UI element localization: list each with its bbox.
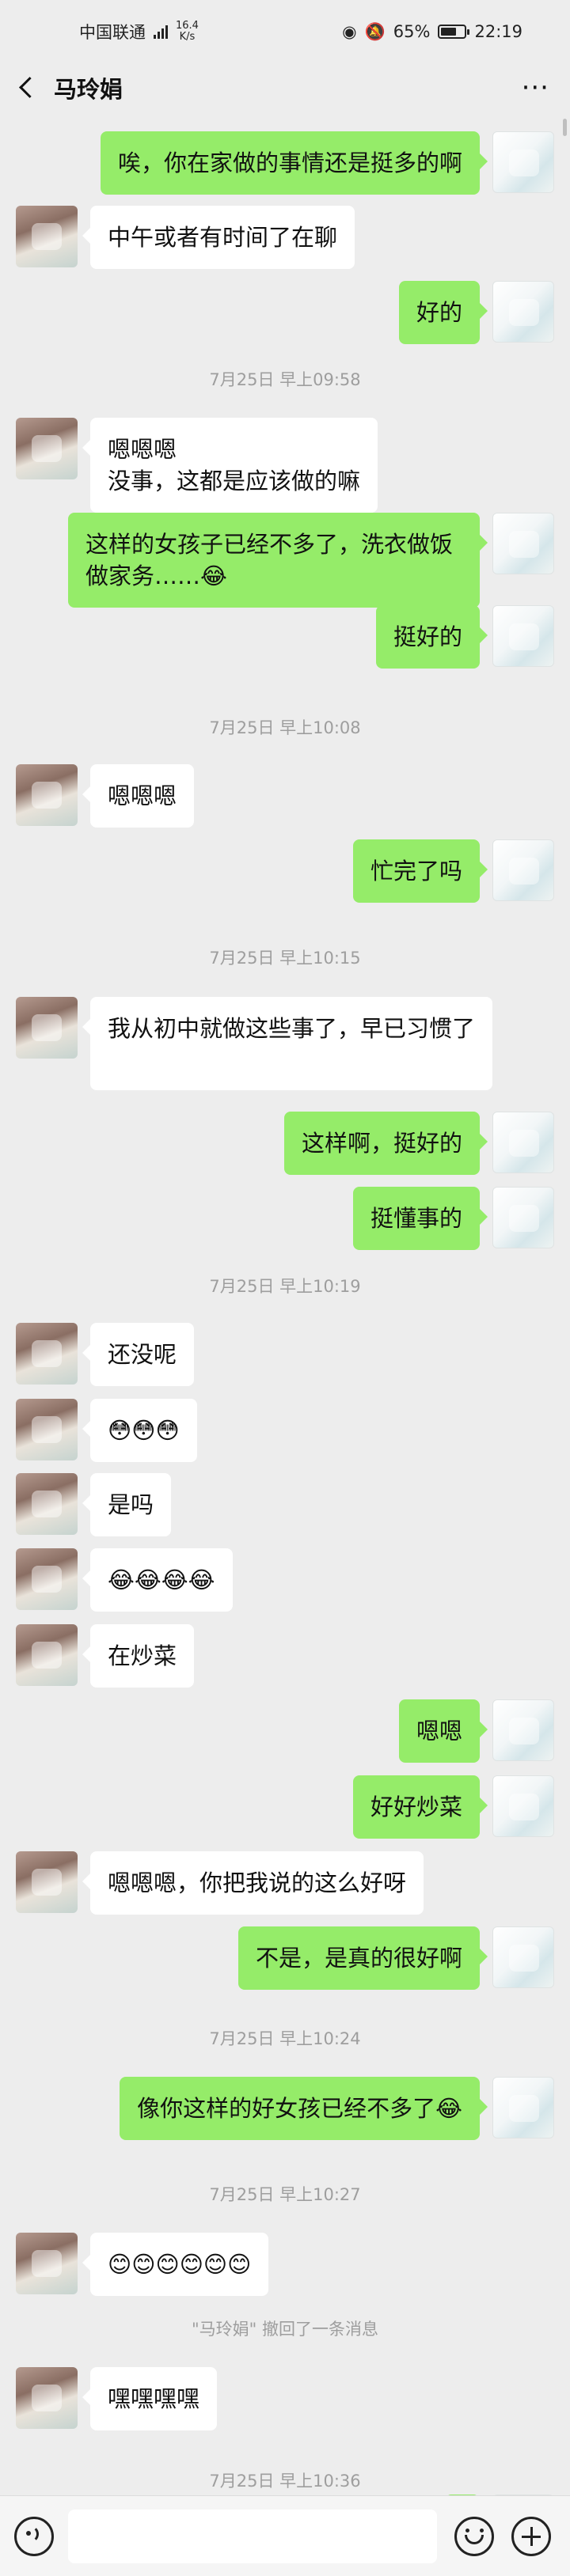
more-options-icon[interactable]: ··· (522, 74, 549, 101)
input-bar (0, 2495, 570, 2576)
message-row: 😊😊😊😊😊😊 (0, 2233, 570, 2296)
message-row: 嘿嘿嘿嘿 (0, 2367, 570, 2430)
plus-icon[interactable] (511, 2516, 551, 2556)
timestamp: 7月25日 早上10:27 (209, 2185, 361, 2204)
message-bubble[interactable]: 好好炒菜 (352, 1775, 488, 1839)
message-row: 像你这样的好女孩已经不多了😂 (0, 2077, 570, 2140)
battery-percent: 65% (393, 22, 431, 41)
message-row: 挺懂事的 (0, 1187, 570, 1250)
contact-avatar[interactable] (16, 2367, 78, 2429)
message-row: 在炒菜 (0, 1624, 570, 1688)
contact-avatar[interactable] (16, 418, 78, 479)
message-row: 还没呢 (0, 1323, 570, 1386)
message-row: 我从初中就做这些事了，早已习惯了 (0, 997, 570, 1090)
my-avatar[interactable] (492, 1187, 554, 1248)
contact-avatar[interactable] (16, 1851, 78, 1913)
message-bubble[interactable]: 中午或者有时间了在聊 (82, 206, 355, 269)
message-row: 挺好的 (0, 605, 570, 669)
timestamp: 7月25日 早上10:19 (209, 1277, 361, 1296)
message-bubble[interactable]: 😳😳😳 (82, 1399, 197, 1462)
message-bubble[interactable]: 还没呢 (82, 1323, 195, 1386)
message-bubble[interactable]: 嗯嗯嗯 (82, 764, 195, 828)
status-left: 中国联通 16.4 K/s (79, 20, 199, 44)
mute-icon: 🔕 (364, 21, 386, 41)
back-arrow-icon[interactable] (14, 74, 43, 102)
message-bubble[interactable]: 像你这样的好女孩已经不多了😂 (120, 2077, 488, 2140)
my-avatar[interactable] (492, 1112, 554, 1173)
message-bubble[interactable]: 嗯嗯 (398, 1699, 488, 1763)
my-avatar[interactable] (492, 2077, 554, 2138)
contact-avatar[interactable] (16, 1624, 78, 1686)
contact-avatar[interactable] (16, 1473, 78, 1535)
message-bubble[interactable]: 我从初中就做这些事了，早已习惯了 (82, 997, 493, 1090)
message-row: 嗯嗯 (0, 1699, 570, 1763)
my-avatar[interactable] (492, 513, 554, 574)
message-row: 是吗 (0, 1473, 570, 1536)
my-avatar[interactable] (492, 1775, 554, 1837)
timestamp: 7月25日 早上10:36 (209, 2472, 361, 2491)
status-right: ◉ 🔕 65% 22:19 (342, 22, 522, 42)
contact-avatar[interactable] (16, 1323, 78, 1385)
message-bubble[interactable]: 嘿嘿嘿嘿 (82, 2367, 218, 2430)
carrier-label: 中国联通 (79, 23, 146, 42)
timestamp: 7月25日 早上09:58 (209, 370, 361, 389)
contact-avatar[interactable] (16, 764, 78, 826)
clock: 22:19 (474, 22, 522, 41)
contact-avatar[interactable] (16, 997, 78, 1059)
my-avatar[interactable] (492, 281, 554, 343)
message-row: 忙完了吗 (0, 839, 570, 903)
message-bubble[interactable]: 在炒菜 (82, 1624, 195, 1688)
message-bubble[interactable]: 😂😂😂😂 (82, 1548, 233, 1612)
network-speed: 16.4 K/s (176, 20, 199, 43)
emoji-icon[interactable] (454, 2516, 494, 2556)
contact-avatar[interactable] (16, 1548, 78, 1610)
message-bubble[interactable]: 唉，你在家做的事情还是挺多的啊 (100, 131, 488, 195)
message-row: 好的 (0, 281, 570, 344)
timestamp: "马玲娟" 撤回了一条消息 (192, 2320, 378, 2339)
my-avatar[interactable] (492, 839, 554, 901)
message-bubble[interactable]: 挺好的 (375, 605, 488, 669)
message-row: 😳😳😳 (0, 1399, 570, 1462)
message-row: 不是，是真的很好啊 (0, 1926, 570, 1990)
signal-icon (154, 25, 168, 39)
contact-avatar[interactable] (16, 1399, 78, 1460)
message-bubble[interactable]: 挺懂事的 (352, 1187, 488, 1250)
chat-title: 马玲娟 (54, 76, 124, 103)
chat-header: 马玲娟 ··· (0, 63, 570, 112)
message-bubble[interactable]: 这样的女孩子已经不多了，洗衣做饭做家务……😂 (68, 513, 488, 608)
status-bar: 中国联通 16.4 K/s ◉ 🔕 65% 22:19 (0, 0, 570, 63)
my-avatar[interactable] (492, 131, 554, 193)
voice-icon[interactable] (14, 2516, 54, 2556)
message-row: 好好炒菜 (0, 1775, 570, 1839)
message-row: 嗯嗯嗯 (0, 764, 570, 828)
message-bubble[interactable]: 嗯嗯嗯 没事，这都是应该做的嘛 (82, 418, 378, 513)
message-row: 这样啊，挺好的 (0, 1112, 570, 1175)
message-bubble[interactable]: 忙完了吗 (352, 839, 488, 903)
timestamp: 7月25日 早上10:24 (209, 2029, 361, 2048)
message-row: 中午或者有时间了在聊 (0, 206, 570, 269)
contact-avatar[interactable] (16, 2233, 78, 2294)
message-bubble[interactable]: 是吗 (82, 1473, 172, 1536)
my-avatar[interactable] (492, 605, 554, 667)
message-row: 😂😂😂😂 (0, 1548, 570, 1612)
timestamp: 7月25日 早上10:15 (209, 949, 361, 968)
timestamp: 7月25日 早上10:08 (209, 718, 361, 737)
battery-icon (438, 25, 470, 39)
message-input[interactable] (68, 2509, 437, 2563)
message-row: 这样的女孩子已经不多了，洗衣做饭做家务……😂 (0, 513, 570, 608)
message-bubble[interactable]: 嗯嗯嗯，你把我说的这么好呀 (82, 1851, 424, 1915)
contact-avatar[interactable] (16, 206, 78, 267)
message-bubble[interactable]: 😊😊😊😊😊😊 (82, 2233, 269, 2296)
my-avatar[interactable] (492, 1926, 554, 1988)
message-row: 嗯嗯嗯 没事，这都是应该做的嘛 (0, 418, 570, 513)
message-bubble[interactable]: 好的 (398, 281, 488, 344)
message-row: 嗯嗯嗯，你把我说的这么好呀 (0, 1851, 570, 1915)
message-bubble[interactable]: 不是，是真的很好啊 (238, 1926, 488, 1990)
eye-icon: ◉ (342, 22, 357, 41)
message-row: 唉，你在家做的事情还是挺多的啊 (0, 131, 570, 195)
my-avatar[interactable] (492, 1699, 554, 1761)
message-bubble[interactable]: 这样啊，挺好的 (283, 1112, 488, 1175)
